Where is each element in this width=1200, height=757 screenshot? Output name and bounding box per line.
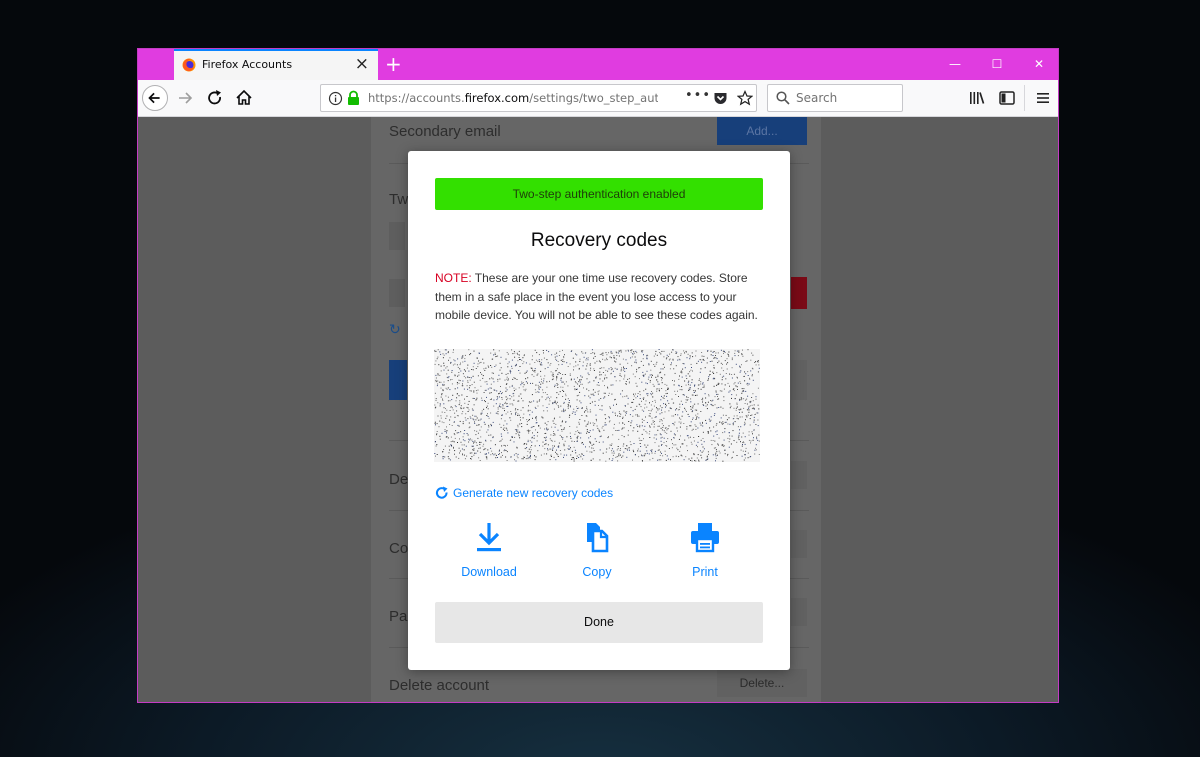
copy-icon (587, 523, 609, 553)
tab-firefox-accounts[interactable]: Firefox Accounts × (174, 49, 378, 80)
generate-codes-link[interactable]: Generate new recovery codes (435, 486, 613, 500)
bookmark-star-icon[interactable] (737, 90, 753, 106)
download-icon (477, 523, 501, 552)
success-banner: Two-step authentication enabled (435, 178, 763, 210)
note-text: These are your one time use recovery cod… (435, 271, 758, 322)
maximize-icon[interactable]: ☐ (976, 49, 1018, 80)
page-content: Secondary email Add... Tw ↻ De Co Pa Del… (138, 117, 1058, 702)
url-text: https://accounts.firefox.com/settings/tw… (368, 91, 658, 105)
modal-title: Recovery codes (530, 230, 668, 251)
page-actions-icon[interactable]: ••• (685, 88, 711, 103)
title-bar: Firefox Accounts × + — ☐ ✕ (138, 49, 1058, 80)
communication-button[interactable] (791, 530, 807, 558)
section-text-placeholder (389, 222, 405, 250)
forward-icon[interactable] (172, 85, 198, 111)
info-icon[interactable] (328, 91, 343, 106)
firefox-icon (182, 58, 196, 72)
delete-account-button[interactable]: Delete... (717, 669, 807, 697)
library-icon[interactable] (968, 89, 986, 107)
devices-label: De (389, 471, 409, 488)
refresh-icon (435, 486, 448, 499)
download-label: Download (461, 565, 517, 579)
tab-close-icon[interactable]: × (355, 54, 369, 74)
toolbar-divider (1024, 85, 1025, 111)
generate-codes-label: Generate new recovery codes (453, 486, 614, 500)
url-prefix: https://accounts. (368, 91, 465, 105)
devices-button[interactable] (791, 461, 807, 489)
note-label: NOTE: (435, 271, 472, 285)
add-email-button[interactable]: Add... (717, 117, 807, 145)
recovery-codes-modal: Two-step authentication enabled Recovery… (408, 151, 790, 670)
disable-button[interactable] (791, 277, 807, 309)
window-close-icon[interactable]: ✕ (1018, 49, 1058, 80)
url-domain: firefox.com (464, 91, 530, 105)
back-icon[interactable] (142, 85, 168, 111)
delete-account-label: Delete account (389, 677, 490, 694)
nav-bar: https://accounts.firefox.com/settings/tw… (138, 80, 1058, 117)
pocket-icon[interactable] (713, 91, 728, 106)
search-bar[interactable]: Search (767, 84, 903, 112)
reload-icon[interactable] (202, 85, 228, 111)
status-placeholder (389, 279, 405, 307)
menu-icon[interactable] (1034, 89, 1052, 107)
secondary-button[interactable] (791, 360, 807, 400)
new-tab-icon[interactable]: + (385, 50, 402, 78)
refresh-icon[interactable]: ↻ (389, 323, 403, 337)
communication-label: Co (389, 540, 409, 557)
primary-button[interactable] (389, 360, 407, 400)
secondary-email-label: Secondary email (389, 123, 501, 140)
url-bar[interactable]: https://accounts.firefox.com/settings/tw… (320, 84, 757, 112)
password-button[interactable] (791, 598, 807, 626)
sidebar-icon[interactable] (998, 89, 1016, 107)
printer-icon (691, 523, 719, 553)
recovery-codes-obscured (434, 349, 760, 462)
copy-button[interactable]: Copy (552, 521, 642, 579)
browser-window: Firefox Accounts × + — ☐ ✕ https://accou… (137, 48, 1059, 703)
password-label: Pa (389, 608, 408, 625)
copy-label: Copy (582, 565, 612, 579)
print-button[interactable]: Print (660, 521, 750, 579)
url-path: /settings/two_step_auth (529, 91, 658, 105)
tab-title: Firefox Accounts (202, 58, 293, 71)
download-button[interactable]: Download (444, 521, 534, 579)
lock-icon[interactable] (347, 90, 360, 106)
recovery-note: NOTE: These are your one time use recove… (435, 269, 765, 325)
done-button[interactable]: Done (435, 602, 763, 643)
minimize-icon[interactable]: — (934, 49, 976, 80)
home-icon[interactable] (231, 85, 257, 111)
two-step-label: Tw (389, 191, 409, 208)
search-input[interactable]: Search (796, 91, 837, 105)
search-icon (776, 91, 790, 105)
print-label: Print (692, 565, 718, 579)
